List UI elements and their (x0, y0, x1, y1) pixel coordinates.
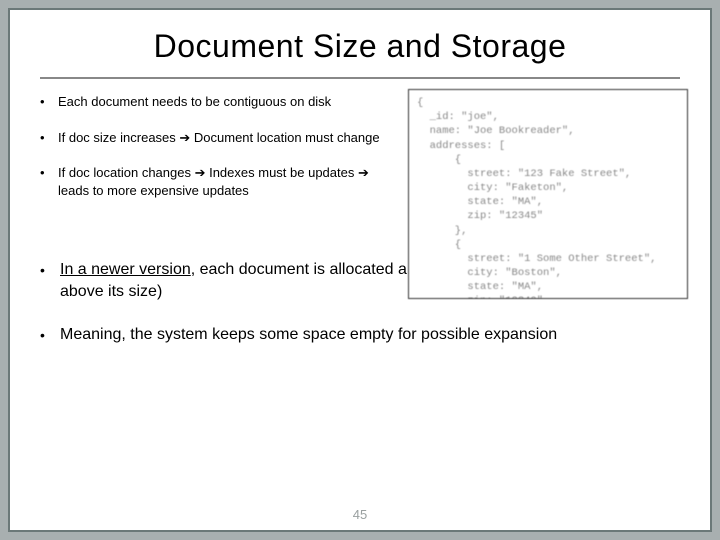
slide: Document Size and Storage • Each documen… (8, 8, 712, 532)
bullet-icon: • (40, 129, 58, 147)
list-item: • If doc location changes ➔ Indexes must… (40, 164, 400, 199)
bullet-icon: • (40, 164, 58, 199)
code-sample-box: { _id: "joe", name: "Joe Bookreader", ad… (408, 89, 688, 299)
bullet-text: Meaning, the system keeps some space emp… (60, 324, 557, 346)
page-number: 45 (10, 507, 710, 522)
bullet-icon: • (40, 93, 58, 111)
bullet-text: Each document needs to be contiguous on … (58, 93, 331, 111)
title-rule (40, 77, 680, 79)
bullet-icon: • (40, 324, 60, 346)
bullet-text: If doc location changes ➔ Indexes must b… (58, 164, 400, 199)
list-item: • Each document needs to be contiguous o… (40, 93, 400, 111)
bullet-text: If doc size increases ➔ Document locatio… (58, 129, 380, 147)
upper-bullet-list: • Each document needs to be contiguous o… (40, 93, 400, 199)
slide-title: Document Size and Storage (40, 28, 680, 65)
underlined-text: In a newer version (60, 261, 191, 278)
list-item: • If doc size increases ➔ Document locat… (40, 129, 400, 147)
bullet-icon: • (40, 259, 60, 302)
list-item: • Meaning, the system keeps some space e… (40, 324, 680, 346)
content-area: • Each document needs to be contiguous o… (40, 93, 680, 346)
